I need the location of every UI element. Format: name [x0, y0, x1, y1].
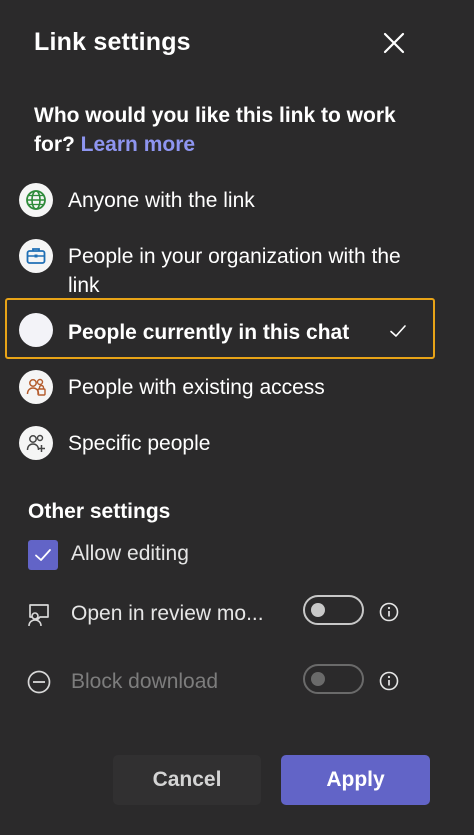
review-mode-icon [28, 604, 49, 627]
block-download-toggle[interactable] [303, 664, 364, 694]
info-icon[interactable] [378, 670, 400, 692]
review-mode-toggle[interactable] [303, 595, 364, 625]
radio-selected-icon [19, 313, 53, 347]
people-add-icon [19, 426, 53, 460]
option-label: People with existing access [68, 376, 325, 399]
checkmark-icon [390, 325, 406, 337]
learn-more-link[interactable]: Learn more [81, 133, 195, 156]
allow-editing-checkbox[interactable] [28, 540, 58, 570]
toggle-knob [311, 603, 325, 617]
people-lock-icon [19, 370, 53, 404]
block-download-label: Block download [71, 670, 219, 693]
info-icon[interactable] [378, 601, 400, 623]
briefcase-icon [19, 239, 53, 273]
other-settings-heading: Other settings [28, 500, 171, 523]
apply-button[interactable]: Apply [281, 755, 430, 805]
block-icon [27, 670, 51, 694]
option-label: People currently in this chat [68, 321, 350, 344]
globe-icon [19, 183, 53, 217]
cancel-button[interactable]: Cancel [113, 755, 261, 805]
question-text: Who would you like this link to work for… [34, 101, 434, 159]
allow-editing-label: Allow editing [71, 542, 189, 565]
toggle-knob [311, 672, 325, 686]
close-icon[interactable] [378, 27, 410, 59]
checkmark-icon [35, 549, 51, 561]
option-label: People in your organization with the lin… [68, 245, 401, 297]
dialog-title: Link settings [34, 28, 191, 56]
review-mode-label: Open in review mo... [71, 602, 264, 625]
option-label: Anyone with the link [68, 189, 255, 212]
option-label: Specific people [68, 432, 211, 455]
